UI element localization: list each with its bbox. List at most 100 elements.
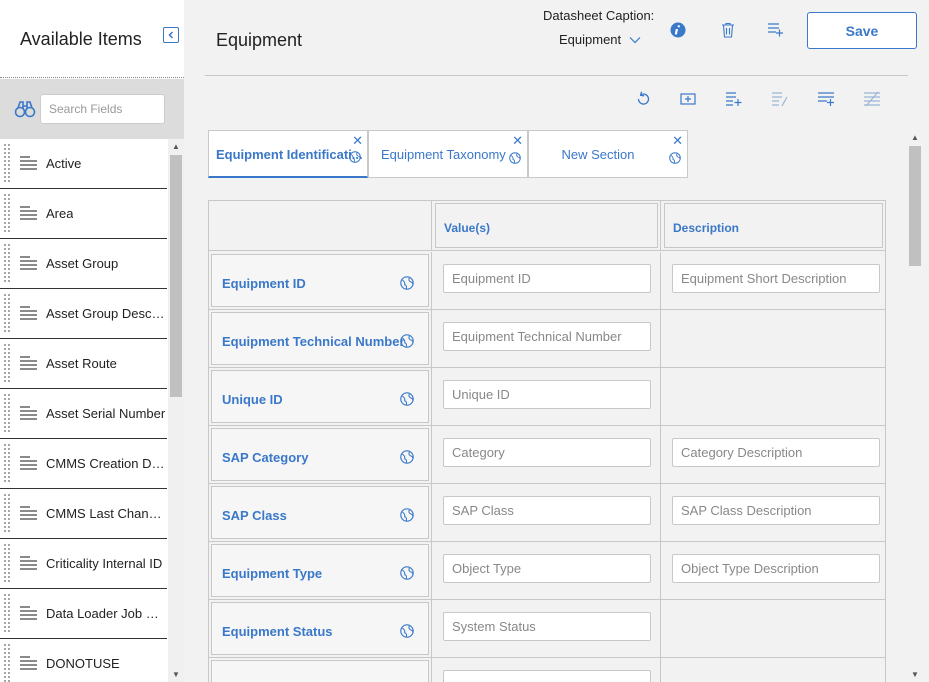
drag-handle-icon[interactable] bbox=[3, 243, 11, 284]
value-input[interactable] bbox=[443, 322, 651, 351]
globe-icon[interactable] bbox=[400, 334, 414, 348]
datasheet-caption-dropdown[interactable]: Equipment bbox=[559, 32, 641, 47]
scrollbar-thumb[interactable] bbox=[170, 155, 182, 397]
close-icon[interactable]: ✕ bbox=[512, 134, 523, 147]
list-item[interactable]: Asset Route bbox=[0, 339, 167, 389]
sidebar-scrollbar[interactable]: ▲ ▼ bbox=[168, 139, 184, 682]
insert-row-icon[interactable] bbox=[680, 91, 696, 107]
field-name-cell[interactable]: SAP Class bbox=[209, 484, 432, 541]
value-input[interactable] bbox=[443, 554, 651, 583]
tab-equipment-identification[interactable]: Equipment Identificati... ✕ bbox=[208, 130, 368, 178]
field-name-cell[interactable]: Unique ID bbox=[209, 368, 432, 425]
main-scrollbar[interactable]: ▲ ▼ bbox=[907, 130, 923, 682]
page-title: Equipment bbox=[216, 30, 303, 50]
description-cell-empty bbox=[662, 600, 885, 657]
globe-icon[interactable] bbox=[669, 152, 681, 164]
description-cell bbox=[662, 484, 885, 541]
globe-icon[interactable] bbox=[349, 151, 361, 163]
drag-handle-icon[interactable] bbox=[3, 293, 11, 334]
value-input[interactable] bbox=[443, 670, 651, 682]
field-name-cell[interactable]: Equipment Technical Number bbox=[209, 310, 432, 367]
description-cell-empty bbox=[662, 368, 885, 425]
value-input[interactable] bbox=[443, 380, 651, 409]
list-item[interactable]: Data Loader Job GUID bbox=[0, 589, 167, 639]
add-row-icon[interactable] bbox=[818, 91, 834, 107]
field-name: SAP Class bbox=[222, 508, 287, 523]
list-item[interactable]: Asset Group Descript... bbox=[0, 289, 167, 339]
list-item[interactable]: Asset Serial Number bbox=[0, 389, 167, 439]
panel-header: Available Items bbox=[0, 0, 184, 78]
value-input[interactable] bbox=[443, 612, 651, 641]
value-input[interactable] bbox=[443, 496, 651, 525]
globe-icon[interactable] bbox=[400, 566, 414, 580]
drag-handle-icon[interactable] bbox=[3, 493, 11, 534]
text-lines-icon bbox=[20, 156, 37, 170]
remove-field-icon[interactable] bbox=[772, 91, 788, 107]
add-field-icon[interactable] bbox=[726, 91, 742, 107]
drag-handle-icon[interactable] bbox=[3, 543, 11, 584]
list-item[interactable]: Criticality Internal ID bbox=[0, 539, 167, 589]
text-lines-icon bbox=[20, 556, 37, 570]
drag-handle-icon[interactable] bbox=[3, 193, 11, 234]
list-item-label: Asset Group Descript... bbox=[46, 306, 166, 321]
value-cell bbox=[433, 252, 661, 309]
trash-icon[interactable] bbox=[720, 22, 736, 38]
list-item[interactable]: DONOTUSE bbox=[0, 639, 167, 682]
drag-handle-icon[interactable] bbox=[3, 443, 11, 484]
table-row: Equipment Status bbox=[209, 600, 885, 658]
scroll-down-icon[interactable]: ▼ bbox=[911, 670, 919, 679]
list-item[interactable]: Area bbox=[0, 189, 167, 239]
field-name: Equipment ID bbox=[222, 276, 306, 291]
tab-new-section[interactable]: New Section ✕ bbox=[528, 130, 688, 178]
field-name-cell[interactable]: Equipment Type bbox=[209, 542, 432, 599]
search-fields-input[interactable] bbox=[40, 94, 165, 124]
field-name-cell[interactable]: SAP Category bbox=[209, 426, 432, 483]
field-name-cell[interactable] bbox=[209, 658, 432, 682]
globe-icon[interactable] bbox=[400, 450, 414, 464]
tab-label: Equipment Identificati... bbox=[216, 147, 363, 162]
description-input[interactable] bbox=[672, 554, 880, 583]
drag-handle-icon[interactable] bbox=[3, 643, 11, 682]
description-input[interactable] bbox=[672, 438, 880, 467]
close-icon[interactable]: ✕ bbox=[352, 134, 363, 147]
info-icon[interactable] bbox=[670, 22, 686, 38]
description-input[interactable] bbox=[672, 264, 880, 293]
value-input[interactable] bbox=[443, 438, 651, 467]
datasheet-caption-label: Datasheet Caption: bbox=[543, 8, 655, 23]
value-input[interactable] bbox=[443, 264, 651, 293]
collapse-panel-button[interactable] bbox=[163, 27, 179, 43]
table-row: SAP Class bbox=[209, 484, 885, 542]
add-section-icon[interactable] bbox=[768, 22, 784, 38]
scroll-down-icon[interactable]: ▼ bbox=[172, 670, 180, 679]
scroll-up-icon[interactable]: ▲ bbox=[911, 133, 919, 142]
drag-handle-icon[interactable] bbox=[3, 343, 11, 384]
field-name-cell[interactable]: Equipment ID bbox=[209, 252, 432, 309]
list-item[interactable]: CMMS Creation Date bbox=[0, 439, 167, 489]
globe-icon[interactable] bbox=[400, 392, 414, 406]
list-item-label: CMMS Creation Date bbox=[46, 456, 166, 471]
description-cell bbox=[662, 542, 885, 599]
remove-row-icon[interactable] bbox=[864, 91, 880, 107]
scroll-up-icon[interactable]: ▲ bbox=[172, 142, 180, 151]
description-cell-empty bbox=[662, 658, 885, 682]
globe-icon[interactable] bbox=[400, 508, 414, 522]
drag-handle-icon[interactable] bbox=[3, 393, 11, 434]
scrollbar-thumb[interactable] bbox=[909, 146, 921, 266]
list-item-label: Asset Serial Number bbox=[46, 406, 166, 421]
text-lines-icon bbox=[20, 506, 37, 520]
save-button[interactable]: Save bbox=[807, 12, 917, 49]
text-lines-icon bbox=[20, 206, 37, 220]
globe-icon[interactable] bbox=[400, 276, 414, 290]
available-items-list: Active Area Asset Group Asset Group Desc… bbox=[0, 139, 167, 682]
field-name-cell[interactable]: Equipment Status bbox=[209, 600, 432, 657]
tab-equipment-taxonomy[interactable]: Equipment Taxonomy ✕ bbox=[368, 130, 528, 178]
close-icon[interactable]: ✕ bbox=[672, 134, 683, 147]
list-item[interactable]: Active bbox=[0, 139, 167, 189]
list-item[interactable]: Asset Group bbox=[0, 239, 167, 289]
list-item[interactable]: CMMS Last Changed ... bbox=[0, 489, 167, 539]
drag-handle-icon[interactable] bbox=[3, 143, 11, 184]
drag-handle-icon[interactable] bbox=[3, 593, 11, 634]
globe-icon[interactable] bbox=[400, 624, 414, 638]
description-input[interactable] bbox=[672, 496, 880, 525]
undo-icon[interactable] bbox=[635, 91, 651, 107]
